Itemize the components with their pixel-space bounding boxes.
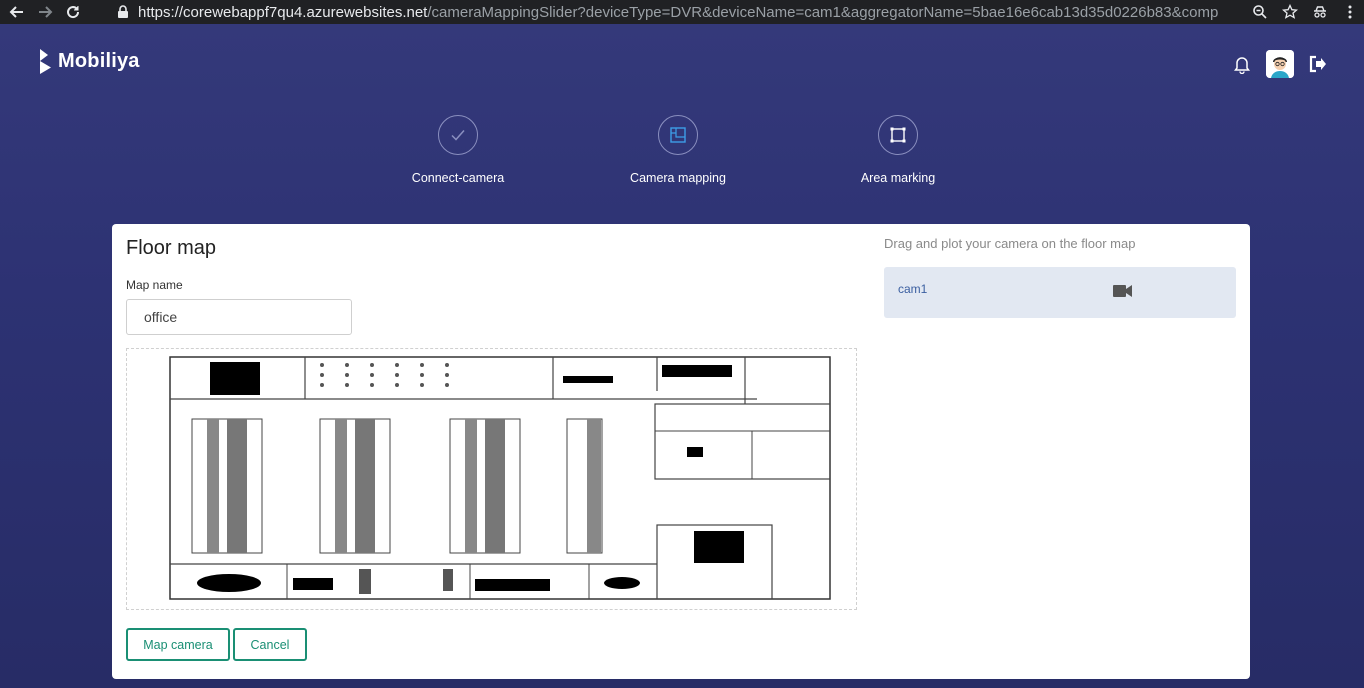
step-connect-camera[interactable]: Connect-camera <box>388 115 528 185</box>
lock-icon <box>118 5 128 18</box>
app-container: Mobiliya Connect-camera Camera mapping A… <box>0 24 1364 688</box>
floor-map-card: Floor map Map name office Map camera Can… <box>112 224 1250 679</box>
more-vert-icon[interactable] <box>1342 4 1358 20</box>
reload-button[interactable] <box>62 1 84 23</box>
back-button[interactable] <box>6 1 28 23</box>
url-host: https://corewebappf7qu4.azurewebsites.ne… <box>138 3 428 21</box>
star-icon[interactable] <box>1282 4 1298 20</box>
zoom-icon[interactable] <box>1252 4 1268 20</box>
step-circle <box>658 115 698 155</box>
video-camera-icon[interactable] <box>1113 284 1133 298</box>
drag-hint-text: Drag and plot your camera on the floor m… <box>884 236 1136 251</box>
step-area-marking[interactable]: Area marking <box>828 115 968 185</box>
area-select-icon <box>890 127 906 143</box>
step-camera-mapping[interactable]: Camera mapping <box>608 115 748 185</box>
floor-plan-icon <box>670 127 686 143</box>
brand-logo[interactable]: Mobiliya <box>38 48 140 74</box>
user-avatar-icon <box>1266 50 1294 78</box>
brand-name: Mobiliya <box>58 49 140 72</box>
forward-button[interactable] <box>34 1 56 23</box>
step-label: Camera mapping <box>630 171 726 185</box>
logout-icon[interactable] <box>1308 54 1328 74</box>
url-text: https://corewebappf7qu4.azurewebsites.ne… <box>138 4 1218 21</box>
step-label: Area marking <box>860 171 936 185</box>
step-circle <box>438 115 478 155</box>
bell-icon[interactable] <box>1232 54 1252 74</box>
browser-toolbar: https://corewebappf7qu4.azurewebsites.ne… <box>0 0 1364 24</box>
step-label: Connect-camera <box>411 171 505 185</box>
floor-map-canvas[interactable] <box>126 348 857 610</box>
address-bar[interactable]: https://corewebappf7qu4.azurewebsites.ne… <box>108 0 1220 24</box>
map-camera-button[interactable]: Map camera <box>126 628 230 661</box>
check-icon <box>451 130 465 141</box>
incognito-icon[interactable] <box>1312 4 1328 20</box>
step-circle <box>878 115 918 155</box>
map-name-input[interactable] <box>126 299 352 335</box>
cancel-button[interactable]: Cancel <box>233 628 307 661</box>
arrow-right-icon <box>39 6 53 18</box>
camera-name: cam1 <box>898 282 928 296</box>
avatar[interactable] <box>1266 50 1294 78</box>
url-path: /cameraMappingSlider?deviceType=DVR&devi… <box>427 3 1218 21</box>
map-name-label: Map name <box>126 278 183 292</box>
arrow-left-icon <box>9 6 23 18</box>
camera-list-item[interactable]: cam1 <box>884 267 1236 318</box>
floor-plan-image <box>127 349 856 609</box>
reload-icon <box>67 6 80 19</box>
card-title: Floor map <box>126 237 217 259</box>
mobiliya-logo-icon <box>40 49 51 74</box>
